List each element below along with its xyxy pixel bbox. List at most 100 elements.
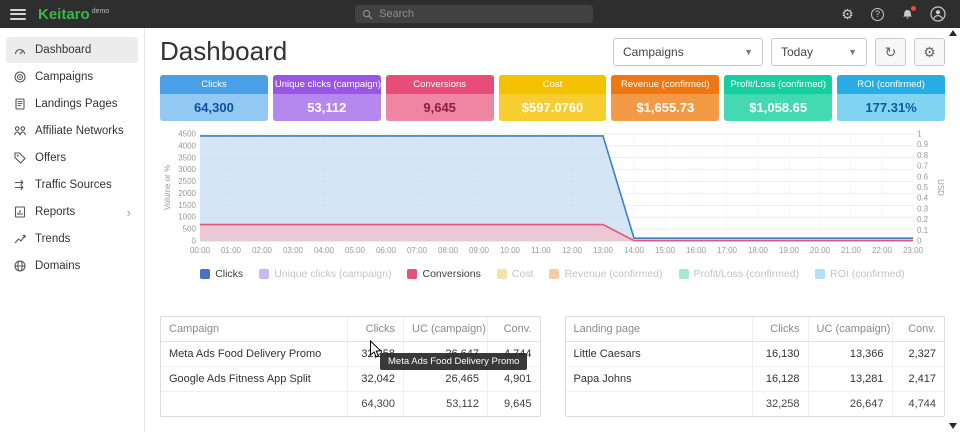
column-header[interactable]: Clicks: [348, 317, 404, 342]
svg-text:0.8: 0.8: [917, 151, 929, 160]
column-header[interactable]: Clicks: [752, 317, 808, 342]
svg-text:Volume or %: Volume or %: [163, 165, 172, 210]
metric-card[interactable]: Revenue (confirmed) $1,655.73: [611, 75, 719, 121]
column-header[interactable]: Conv.: [892, 317, 944, 342]
app-window: Keitarodemo ⚙ ? Dashboard Campaigns: [0, 0, 960, 432]
landing-page-name-cell[interactable]: Little Caesars: [566, 342, 753, 367]
topbar-icons: ⚙ ?: [839, 6, 946, 23]
svg-text:0: 0: [192, 237, 197, 246]
legend-item[interactable]: Revenue (confirmed): [549, 268, 662, 280]
landing-page-row[interactable]: Little Caesars 16,130 13,366 2,327: [566, 342, 945, 367]
chart-legend: Clicks Unique clicks (campaign) Conversi…: [160, 268, 945, 280]
hamburger-menu-icon[interactable]: [10, 9, 26, 20]
metric-card[interactable]: Cost $597.0760: [499, 75, 607, 121]
campaigns-filter-select[interactable]: Campaigns ▼: [613, 38, 763, 66]
trend-line-icon: [13, 232, 27, 246]
legend-item[interactable]: Cost: [497, 268, 534, 280]
campaigns-totals-row: 64,300 53,112 9,645: [161, 392, 540, 417]
search-icon: [362, 9, 373, 20]
sidebar-item-traffic-sources[interactable]: Traffic Sources: [6, 172, 138, 198]
svg-text:4000: 4000: [178, 141, 196, 150]
logo[interactable]: Keitarodemo: [38, 6, 109, 23]
svg-text:22:00: 22:00: [872, 246, 893, 255]
chevron-right-icon: ›: [127, 206, 131, 219]
dashboard-settings-button[interactable]: ⚙: [914, 38, 945, 66]
legend-label: Profit/Loss (confirmed): [694, 268, 800, 280]
column-header[interactable]: UC (campaign): [404, 317, 488, 342]
chevron-down-icon: ▼: [848, 47, 857, 57]
totals-cell: 26,647: [808, 392, 892, 417]
legend-item[interactable]: Conversions: [407, 268, 480, 280]
conv-cell: 2,327: [892, 342, 944, 367]
conv-cell: 4,901: [488, 367, 540, 392]
svg-text:16:00: 16:00: [686, 246, 707, 255]
landing-pages-totals-row: 32,258 26,647 4,744: [566, 392, 945, 417]
scroll-up-arrow[interactable]: [949, 30, 957, 36]
sidebar-label: Domains: [35, 260, 80, 272]
svg-text:05:00: 05:00: [345, 246, 366, 255]
avatar-glyph: [930, 6, 946, 22]
metric-card[interactable]: Clicks 64,300: [160, 75, 268, 121]
date-range-select[interactable]: Today ▼: [771, 38, 867, 66]
legend-label: Clicks: [215, 268, 243, 280]
sidebar-label: Affiliate Networks: [35, 125, 124, 137]
svg-text:2500: 2500: [178, 177, 196, 186]
svg-text:18:00: 18:00: [748, 246, 769, 255]
column-header[interactable]: UC (campaign): [808, 317, 892, 342]
legend-swatch: [815, 269, 825, 279]
help-icon[interactable]: ?: [869, 6, 886, 23]
sidebar-item-offers[interactable]: Offers: [6, 145, 138, 171]
metric-card[interactable]: Profit/Loss (confirmed) $1,058.65: [724, 75, 832, 121]
search-input[interactable]: [379, 8, 586, 20]
scroll-down-arrow[interactable]: [949, 423, 957, 429]
sidebar-item-campaigns[interactable]: Campaigns: [6, 64, 138, 90]
legend-item[interactable]: ROI (confirmed): [815, 268, 905, 280]
campaign-name-cell[interactable]: Meta Ads Food Delivery Promo: [161, 342, 348, 367]
column-header[interactable]: Conv.: [488, 317, 540, 342]
svg-text:0.1: 0.1: [917, 226, 929, 235]
landing-page-row[interactable]: Papa Johns 16,128 13,281 2,417: [566, 367, 945, 392]
sidebar-item-dashboard[interactable]: Dashboard: [6, 37, 138, 63]
metric-card-title: Revenue (confirmed): [611, 75, 719, 94]
sidebar-item-reports[interactable]: Reports ›: [6, 199, 138, 225]
campaign-row[interactable]: Google Ads Fitness App Split 32,042 26,4…: [161, 367, 540, 392]
metric-card-value: $597.0760: [499, 94, 607, 121]
legend-item[interactable]: Clicks: [200, 268, 243, 280]
metric-cards: Clicks 64,300 Unique clicks (campaign) 5…: [160, 75, 945, 121]
globe-icon: [13, 259, 27, 273]
notifications-bell-icon[interactable]: [899, 6, 916, 23]
totals-cell: 53,112: [404, 392, 488, 417]
svg-text:23:00: 23:00: [903, 246, 924, 255]
sidebar-item-domains[interactable]: Domains: [6, 253, 138, 279]
topbar: Keitarodemo ⚙ ?: [0, 0, 960, 28]
settings-gear-icon[interactable]: ⚙: [839, 6, 856, 23]
search-box[interactable]: [355, 5, 593, 23]
metric-card-value: 64,300: [160, 94, 268, 121]
svg-text:14:00: 14:00: [624, 246, 645, 255]
uc-cell: 13,366: [808, 342, 892, 367]
chevron-down-icon: ▼: [744, 47, 753, 57]
bullseye-icon: [13, 70, 27, 84]
sidebar-item-landings-pages[interactable]: Landings Pages: [6, 91, 138, 117]
sidebar-item-trends[interactable]: Trends: [6, 226, 138, 252]
column-header[interactable]: Campaign: [161, 317, 348, 342]
user-avatar-icon[interactable]: [929, 6, 946, 23]
legend-item[interactable]: Profit/Loss (confirmed): [679, 268, 800, 280]
landing-page-name-cell[interactable]: Papa Johns: [566, 367, 753, 392]
metric-card[interactable]: Conversions 9,645: [386, 75, 494, 121]
metric-card[interactable]: Unique clicks (campaign) 53,112: [273, 75, 381, 121]
main-content: Dashboard Campaigns ▼ Today ▼ ↻ ⚙ Clicks: [145, 28, 960, 432]
legend-swatch: [549, 269, 559, 279]
svg-text:0.6: 0.6: [917, 172, 929, 181]
sidebar: Dashboard Campaigns Landings Pages Affil…: [0, 28, 145, 432]
metric-card-title: Conversions: [386, 75, 494, 94]
date-range-value: Today: [781, 45, 813, 59]
legend-item[interactable]: Unique clicks (campaign): [259, 268, 391, 280]
campaign-name-cell[interactable]: Google Ads Fitness App Split: [161, 367, 348, 392]
metric-card-title: ROI (confirmed): [837, 75, 945, 94]
totals-cell: 4,744: [892, 392, 944, 417]
metric-card[interactable]: ROI (confirmed) 177.31%: [837, 75, 945, 121]
refresh-button[interactable]: ↻: [875, 38, 906, 66]
column-header[interactable]: Landing page: [566, 317, 753, 342]
sidebar-item-affiliate-networks[interactable]: Affiliate Networks: [6, 118, 138, 144]
